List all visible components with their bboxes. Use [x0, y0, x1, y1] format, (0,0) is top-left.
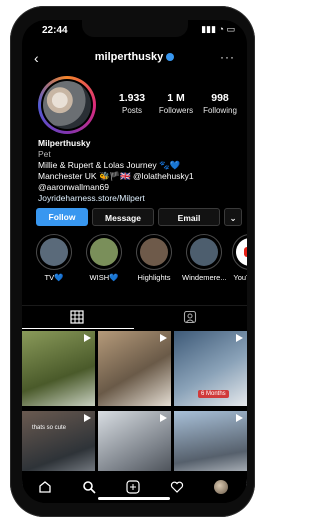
highlight-label: Windemere... — [182, 273, 227, 282]
profile-avatar-icon[interactable] — [214, 480, 228, 494]
youtube-icon — [244, 247, 247, 257]
activity-heart-icon[interactable] — [170, 480, 184, 494]
status-icons: ▮▮▮ ◔ ▭ — [201, 24, 235, 34]
profile-bio: Milperthusky Pet Millie & Rupert & Lolas… — [38, 138, 238, 204]
profile-username: milperthusky — [22, 51, 247, 63]
home-icon[interactable] — [38, 480, 52, 494]
highlight-item[interactable]: YouT — [228, 234, 247, 282]
status-time: 22:44 — [42, 25, 68, 36]
highlight-cover — [190, 238, 218, 266]
suggestions-dropdown-button[interactable]: ⌄ — [224, 208, 242, 226]
post-badge: 6 Months — [198, 390, 229, 398]
highlight-item[interactable]: WISH💙 — [82, 234, 126, 282]
highlight-item[interactable]: Windemere... — [182, 234, 227, 282]
bio-line: Millie & Rupert & Lolas Journey 🐾💙 — [38, 160, 181, 170]
more-options-icon[interactable]: ··· — [220, 50, 235, 64]
followers-count: 1 M — [167, 92, 185, 104]
stat-following[interactable]: 998 Following — [198, 92, 242, 115]
reel-icon — [236, 414, 243, 422]
verified-icon — [166, 53, 175, 62]
highlight-cover — [40, 238, 68, 266]
story-highlights: TV💙 WISH💙 Highlights Windemere... YouT — [32, 234, 247, 296]
highlight-label: Highlights — [137, 273, 171, 282]
reel-icon — [84, 334, 91, 342]
highlight-item[interactable]: Highlights — [132, 234, 176, 282]
following-label: Following — [203, 106, 237, 115]
reel-icon — [160, 414, 167, 422]
active-tab-indicator — [22, 328, 134, 329]
avatar-image — [43, 81, 91, 129]
avatar[interactable] — [38, 76, 96, 134]
following-count: 998 — [211, 92, 229, 104]
reel-icon — [160, 334, 167, 342]
posts-count: 1.933 — [118, 92, 146, 104]
follow-button[interactable]: Follow — [36, 208, 88, 226]
home-indicator — [98, 497, 170, 500]
followers-label: Followers — [158, 106, 194, 115]
highlight-cover — [236, 238, 247, 266]
reel-icon — [236, 334, 243, 342]
highlight-label: YouT — [233, 273, 247, 282]
highlight-cover — [90, 238, 118, 266]
highlight-cover — [140, 238, 168, 266]
profile-name: Milperthusky — [38, 138, 91, 148]
post-thumbnail[interactable]: 6 Months — [174, 331, 247, 406]
email-button[interactable]: Email — [158, 208, 220, 226]
stat-followers[interactable]: 1 M Followers — [154, 92, 198, 115]
grid-tab-icon[interactable] — [70, 310, 86, 324]
username-label: milperthusky — [94, 51, 164, 63]
stat-posts[interactable]: 1.933 Posts — [110, 92, 154, 115]
bio-line[interactable]: Manchester UK 🐝🏴🇬🇧 @lolathehusky1 — [38, 171, 238, 182]
status-bar: 22:44 ▮▮▮ ◔ ▭ — [22, 24, 247, 39]
profile-tabs — [22, 305, 247, 330]
tagged-tab-icon[interactable] — [183, 310, 199, 324]
screen: 22:44 ▮▮▮ ◔ ▭ ‹ milperthusky ··· 1.933 P… — [22, 20, 247, 503]
bio-line[interactable]: @aaronwallman69 — [38, 182, 238, 193]
message-button[interactable]: Message — [92, 208, 154, 226]
reel-icon — [84, 414, 91, 422]
profile-link[interactable]: Joyrideharness.store/Milpert — [38, 193, 238, 204]
highlight-item[interactable]: TV💙 — [32, 234, 76, 282]
post-caption-overlay: thats so cute — [32, 425, 67, 431]
posts-label: Posts — [121, 106, 142, 115]
create-post-icon[interactable] — [126, 480, 140, 494]
highlight-label: TV💙 — [44, 273, 64, 282]
post-thumbnail[interactable] — [98, 331, 171, 406]
profile-category: Pet — [38, 149, 51, 159]
post-thumbnail[interactable] — [22, 331, 95, 406]
bottom-nav — [22, 471, 247, 503]
top-bar: ‹ milperthusky ··· — [22, 50, 247, 70]
highlight-label: WISH💙 — [89, 273, 119, 282]
search-icon[interactable] — [82, 480, 96, 494]
profile-actions: Follow Message Email ⌄ — [36, 208, 242, 226]
